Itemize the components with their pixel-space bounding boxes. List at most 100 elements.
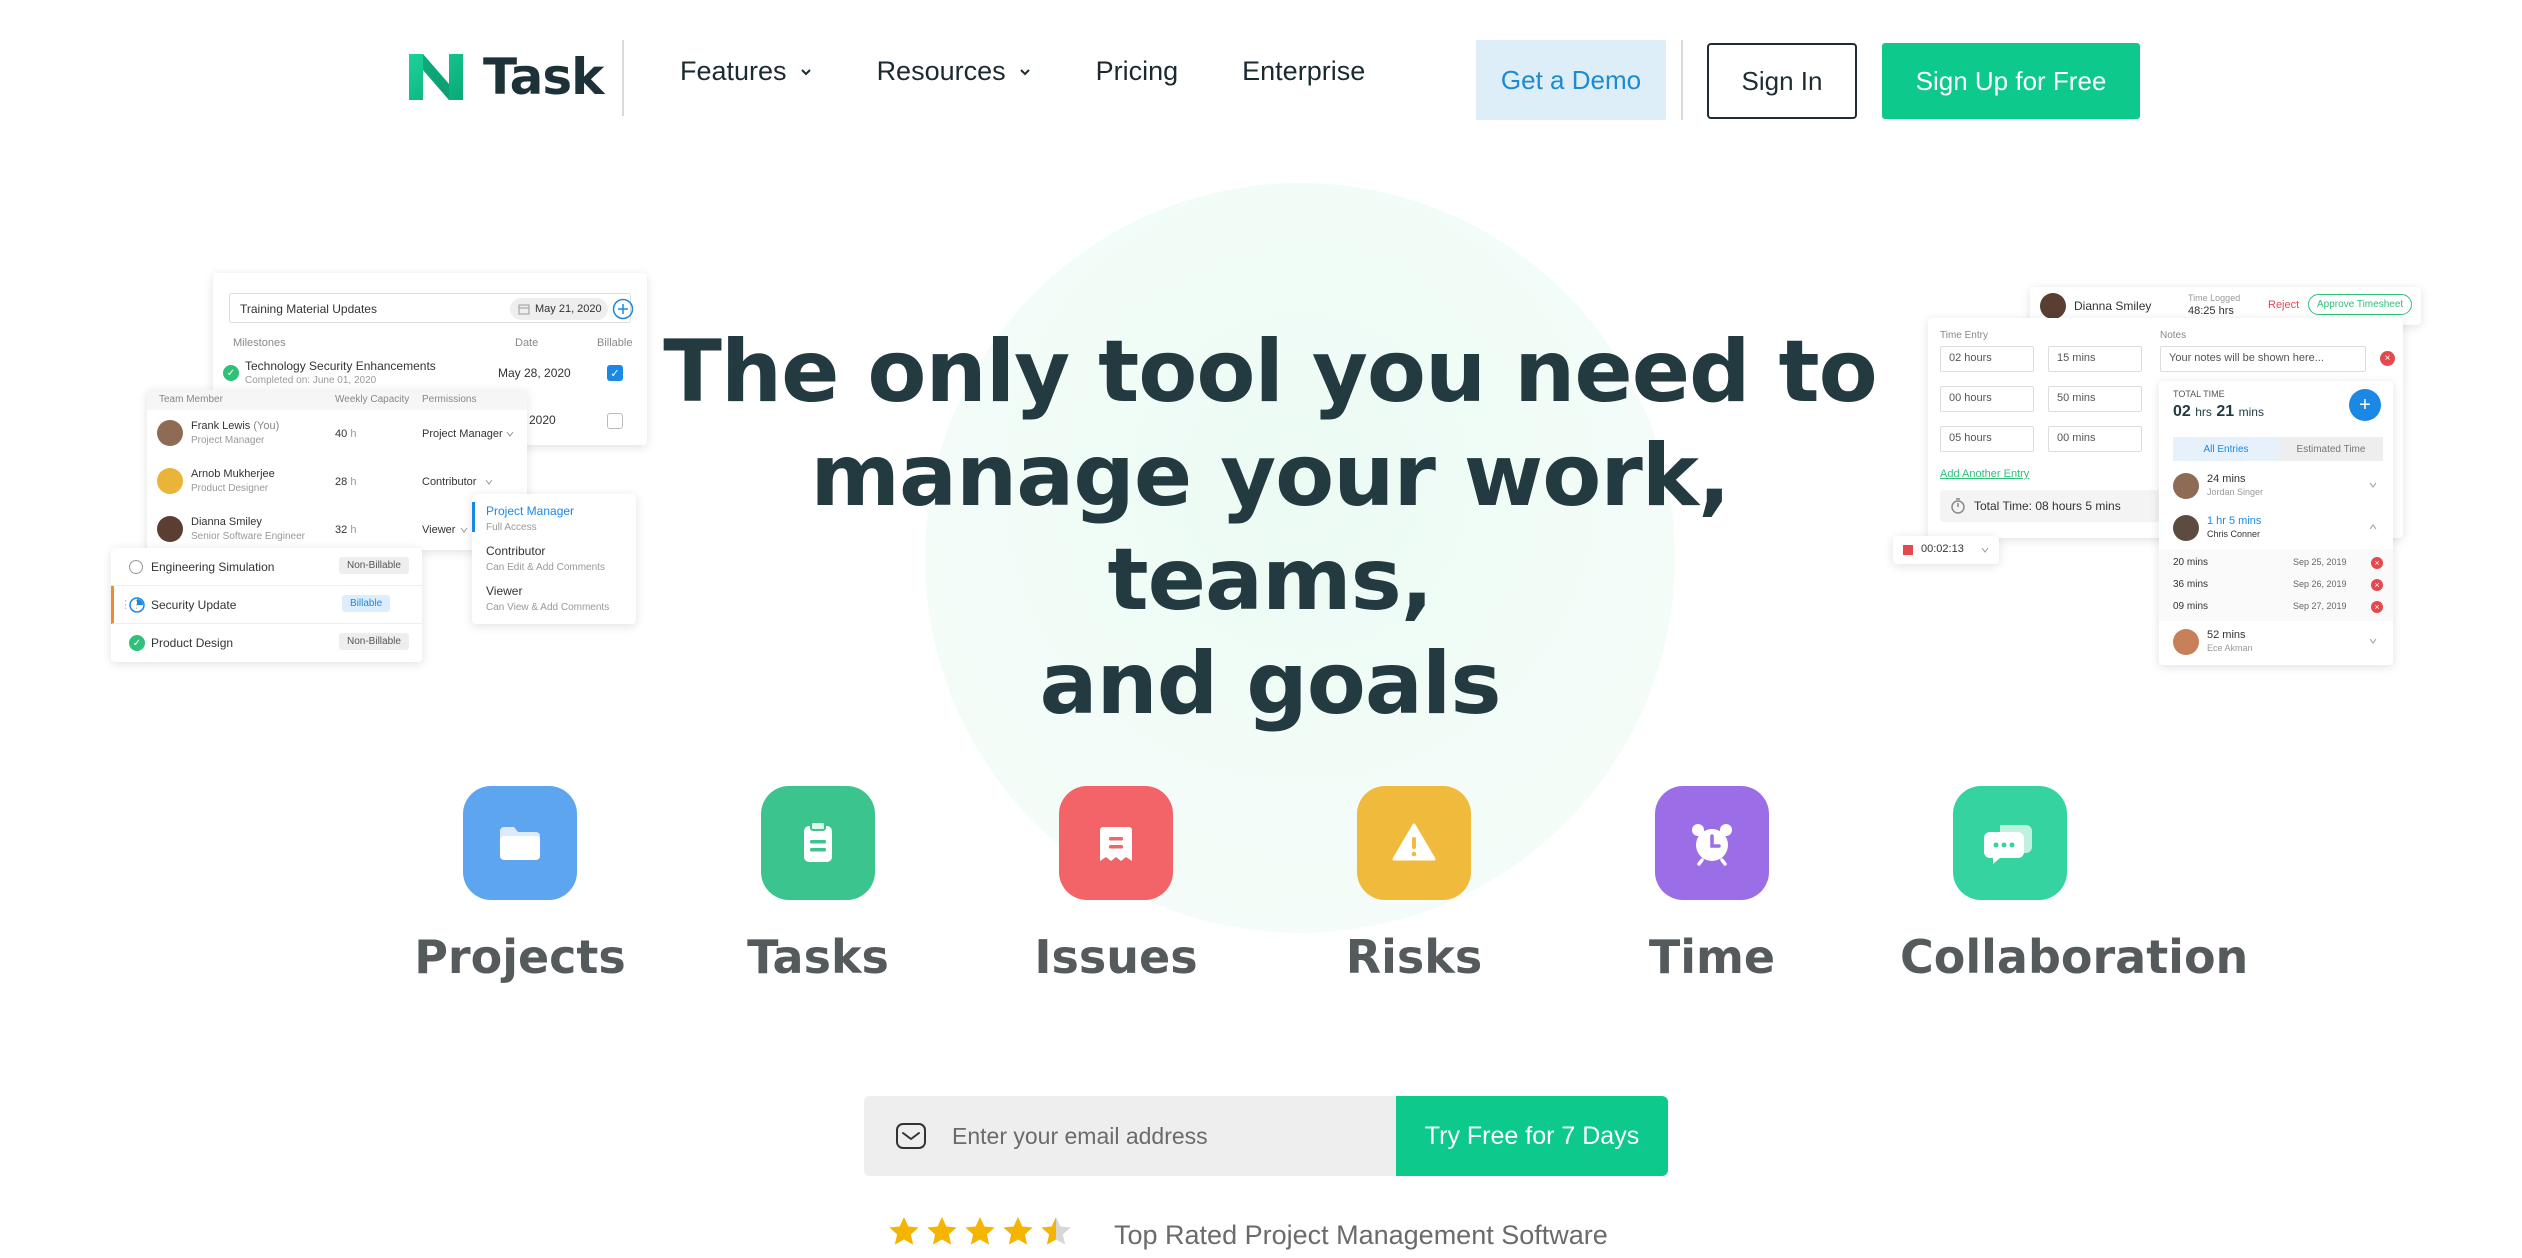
notes-label: Notes bbox=[2160, 330, 2187, 341]
try-free-button[interactable]: Try Free for 7 Days bbox=[1396, 1096, 1668, 1176]
perm-option-project-manager[interactable]: Project Manager Full Access bbox=[486, 504, 574, 533]
feature-projects[interactable]: Projects bbox=[410, 786, 630, 984]
nav-enterprise-label: Enterprise bbox=[1242, 56, 1366, 86]
billing-row[interactable]: ✓ Product Design Non-Billable bbox=[111, 624, 422, 662]
feature-tasks-label: Tasks bbox=[747, 930, 889, 984]
person-3-time: 52 mins bbox=[2207, 629, 2246, 641]
chevron-down-icon[interactable] bbox=[2369, 637, 2377, 645]
add-time-button[interactable]: + bbox=[2349, 389, 2381, 421]
nav-pricing-label: Pricing bbox=[1095, 56, 1179, 86]
email-input[interactable] bbox=[952, 1122, 1372, 1150]
member-1-hours-value: 40 bbox=[335, 428, 348, 440]
hero-title-line-1: The only tool you need to bbox=[663, 322, 1878, 422]
remove-entry-icon[interactable]: × bbox=[2380, 351, 2395, 366]
clipboard-icon bbox=[804, 821, 832, 862]
member-2-permission[interactable]: Contributor bbox=[422, 476, 476, 488]
sign-in-button[interactable]: Sign In bbox=[1707, 43, 1857, 119]
nav-enterprise[interactable]: Enterprise bbox=[1242, 56, 1365, 87]
billing-item-3-name: Product Design bbox=[151, 636, 234, 650]
calendar-icon bbox=[518, 304, 530, 315]
stopwatch-icon bbox=[1951, 498, 1965, 514]
member-3-permission[interactable]: Viewer bbox=[422, 524, 455, 536]
billable-checkbox-checked[interactable]: ✓ bbox=[607, 365, 623, 381]
member-2-hours-unit: h bbox=[350, 476, 357, 488]
total-time-text: Total Time: 08 hours 5 mins bbox=[1974, 499, 2121, 513]
folder-icon bbox=[500, 827, 540, 860]
feature-risks-label: Risks bbox=[1345, 930, 1483, 984]
avatar bbox=[2173, 629, 2199, 655]
member-2-hours-value: 28 bbox=[335, 476, 348, 488]
perm-option-viewer[interactable]: Viewer Can View & Add Comments bbox=[486, 584, 609, 613]
mins-select[interactable]: 15 mins bbox=[2048, 346, 2142, 372]
selected-indicator bbox=[472, 502, 475, 532]
star-icon bbox=[965, 1217, 995, 1245]
nav-resources[interactable]: Resources bbox=[877, 56, 1032, 87]
member-1-you: (You) bbox=[253, 420, 280, 432]
star-icon bbox=[927, 1217, 957, 1245]
feature-tasks[interactable]: Tasks bbox=[708, 786, 928, 984]
chevron-down-icon bbox=[1981, 547, 1989, 553]
remove-entry-icon[interactable]: × bbox=[2371, 601, 2383, 613]
total-time-bar: Total Time: 08 hours 5 mins bbox=[1940, 490, 2160, 522]
feature-risks[interactable]: Risks bbox=[1304, 786, 1524, 984]
header-divider bbox=[622, 40, 624, 116]
remove-entry-icon[interactable]: × bbox=[2371, 579, 2383, 591]
stop-icon[interactable] bbox=[1903, 545, 1913, 555]
feature-issues[interactable]: Issues bbox=[1006, 786, 1226, 984]
chevron-down-icon[interactable] bbox=[2369, 481, 2377, 489]
hero-title-line-2: manage your work, teams, bbox=[810, 426, 1730, 630]
member-3-hours-value: 32 bbox=[335, 524, 348, 536]
timer-chip[interactable]: 00:02:13 bbox=[1893, 536, 1999, 564]
sign-up-button[interactable]: Sign Up for Free bbox=[1882, 43, 2140, 119]
hours-select[interactable]: 00 hours bbox=[1940, 386, 2034, 412]
feature-collaboration[interactable]: Collaboration bbox=[1900, 786, 2248, 984]
total-hrs-label: hrs bbox=[2195, 405, 2212, 419]
billing-row[interactable]: ⋮⋮ Security Update Billable bbox=[111, 586, 422, 624]
sub-entries-list: 20 mins Sep 25, 2019 × 36 mins Sep 26, 2… bbox=[2159, 549, 2393, 621]
task-date: May 21, 2020 bbox=[535, 303, 602, 315]
perm-option-contributor[interactable]: Contributor Can Edit & Add Comments bbox=[486, 544, 605, 573]
person-2-name: Chris Conner bbox=[2207, 529, 2261, 539]
hours-select[interactable]: 05 hours bbox=[1940, 426, 2034, 452]
task-date-chip[interactable]: May 21, 2020 bbox=[510, 298, 608, 320]
logo[interactable]: Task bbox=[403, 48, 604, 106]
timesheet-user: Dianna Smiley bbox=[2074, 299, 2152, 313]
reject-button[interactable]: Reject bbox=[2268, 299, 2299, 311]
person-1-name: Jordan Singer bbox=[2207, 487, 2264, 497]
tab-estimated-time[interactable]: Estimated Time bbox=[2279, 437, 2383, 461]
chevron-up-icon[interactable] bbox=[2369, 523, 2377, 531]
chevron-down-icon bbox=[800, 68, 811, 75]
perm-option-2-title: Contributor bbox=[486, 544, 546, 558]
mins-select[interactable]: 50 mins bbox=[2048, 386, 2142, 412]
hours-select[interactable]: 02 hours bbox=[1940, 346, 2034, 372]
sub-entry-3-time: 09 mins bbox=[2173, 601, 2209, 612]
feature-time[interactable]: Time bbox=[1602, 786, 1822, 984]
permission-dropdown: Project Manager Full Access Contributor … bbox=[472, 494, 636, 624]
member-1-role: Project Manager bbox=[191, 435, 265, 446]
member-1-permission[interactable]: Project Manager bbox=[422, 428, 503, 440]
notes-input[interactable]: Your notes will be shown here... bbox=[2160, 346, 2366, 372]
billable-checkbox[interactable] bbox=[607, 413, 623, 429]
member-1-name: Frank Lewis bbox=[191, 420, 251, 432]
remove-entry-icon[interactable]: × bbox=[2371, 557, 2383, 569]
task-input[interactable]: Training Material Updates May 21, 2020 bbox=[229, 293, 634, 323]
billing-row[interactable]: Engineering Simulation Non-Billable bbox=[111, 548, 422, 586]
nav-features[interactable]: Features bbox=[680, 56, 813, 87]
team-card: Team Member Weekly Capacity Permissions … bbox=[147, 390, 527, 550]
avatar bbox=[2173, 515, 2199, 541]
col-date: Date bbox=[515, 337, 539, 349]
get-demo-button[interactable]: Get a Demo bbox=[1476, 40, 1666, 120]
feature-time-label: Time bbox=[1648, 930, 1776, 984]
total-mins-label: mins bbox=[2238, 405, 2264, 419]
add-entry-link[interactable]: Add Another Entry bbox=[1940, 468, 2029, 480]
entry-3-hours: 05 hours bbox=[1949, 432, 1992, 444]
tab-all-entries[interactable]: All Entries bbox=[2173, 437, 2279, 461]
star-rating bbox=[886, 1214, 1076, 1250]
add-icon[interactable] bbox=[612, 298, 634, 320]
perm-option-3-desc: Can View & Add Comments bbox=[486, 602, 610, 613]
mins-select[interactable]: 00 mins bbox=[2048, 426, 2142, 452]
member-3-hours: 32 h bbox=[335, 524, 356, 536]
approve-timesheet-button[interactable]: Approve Timesheet bbox=[2308, 294, 2413, 315]
nav-pricing[interactable]: Pricing bbox=[1096, 56, 1179, 87]
total-hrs: 02 bbox=[2173, 403, 2191, 420]
